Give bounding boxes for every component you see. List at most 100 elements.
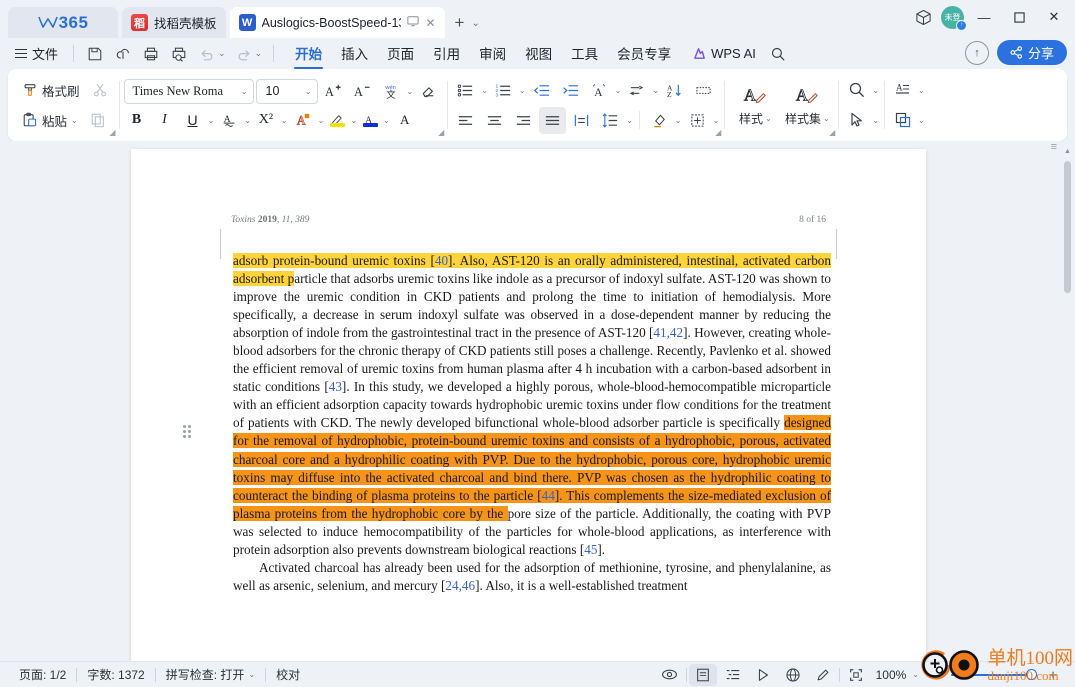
shading-button[interactable] — [646, 107, 673, 134]
tab-tools[interactable]: 工具 — [562, 39, 607, 68]
read-mode-icon[interactable] — [656, 664, 684, 686]
print-preview-icon[interactable] — [166, 42, 192, 66]
line-spacing-button[interactable] — [597, 107, 624, 134]
asian-layout-chevron-down-icon[interactable]: ⌄ — [615, 86, 622, 95]
tab-monitor-icon[interactable] — [407, 15, 420, 30]
tab-home[interactable]: 开始 — [286, 39, 331, 69]
wps-ai-button[interactable]: WPS AI — [685, 43, 763, 64]
presentation-icon[interactable] — [749, 664, 777, 686]
file-menu-button[interactable]: 文件 — [8, 42, 65, 65]
find-chevron-down-icon[interactable]: ⌄ — [872, 86, 879, 95]
citation-ref-43[interactable]: 43 — [329, 379, 342, 394]
redo-chevron-down-icon[interactable]: ⌄ — [255, 48, 263, 59]
arrange-chevron-down-icon[interactable]: ⌄ — [918, 116, 925, 125]
document-body[interactable]: adsorb protein-bound uremic toxins [40].… — [233, 252, 832, 595]
borders-chevron-down-icon[interactable]: ⌄ — [713, 116, 720, 125]
cut-icon[interactable] — [87, 77, 114, 104]
paragraph-1[interactable]: adsorb protein-bound uremic toxins [40].… — [233, 252, 832, 559]
align-justify-button[interactable] — [539, 106, 567, 134]
text-effects-button[interactable]: A — [290, 108, 316, 133]
zoom-slider[interactable] — [951, 668, 1037, 682]
select-chevron-down-icon[interactable]: ⌄ — [872, 116, 879, 125]
tab-list-chevron-down-icon[interactable]: ⌄ — [471, 18, 479, 29]
print-layout-icon[interactable] — [688, 663, 717, 686]
save-icon[interactable] — [82, 42, 108, 66]
citation-ref-44[interactable]: 44 — [541, 487, 555, 503]
paragraph-dialog-launcher-icon[interactable]: ◢ — [715, 128, 721, 137]
font-color-button[interactable]: A — [359, 108, 381, 133]
font-dialog-launcher-icon[interactable]: ◢ — [438, 128, 444, 137]
font-size-chevron-down-icon[interactable]: ⌄ — [305, 87, 312, 96]
pen-icon[interactable] — [809, 664, 837, 686]
share-button[interactable]: 分享 — [996, 40, 1067, 65]
align-right-button[interactable] — [510, 107, 537, 134]
shrink-font-button[interactable]: A — [349, 78, 376, 105]
superscript-chevron-down-icon[interactable]: ⌄ — [281, 116, 288, 125]
scroll-up-icon[interactable]: ▲ — [1062, 145, 1073, 158]
citation-ref-45[interactable]: 45 — [584, 542, 597, 557]
outline-view-icon[interactable] — [719, 664, 747, 686]
zoom-in-button[interactable]: + — [1039, 664, 1067, 686]
minimize-button[interactable]: — — [969, 3, 999, 31]
arrange-button[interactable] — [889, 107, 916, 134]
cube-icon[interactable] — [910, 4, 936, 30]
find-button[interactable] — [843, 77, 870, 104]
paste-chevron-down-icon[interactable]: ⌄ — [71, 116, 78, 125]
font-color-chevron-down-icon[interactable]: ⌄ — [383, 116, 390, 125]
close-button[interactable]: ✕ — [1039, 3, 1069, 31]
cloud-sync-icon[interactable] — [110, 42, 136, 66]
line-spacing-chevron-down-icon[interactable]: ⌄ — [626, 116, 633, 125]
font-name-chevron-down-icon[interactable]: ⌄ — [241, 87, 248, 96]
styles-button[interactable]: A 样式 ⌄ — [729, 72, 781, 138]
format-painter-button[interactable]: 格式刷 — [17, 77, 85, 104]
zoom-level[interactable]: 100% — [872, 668, 911, 682]
style-set-chevron-down-icon[interactable]: ⌄ — [823, 114, 830, 123]
style-set-button[interactable]: A 样式集 ⌄ — [781, 72, 833, 138]
undo-icon[interactable] — [194, 42, 220, 66]
strikethrough-button[interactable]: A — [216, 108, 242, 133]
citation-ref-4142[interactable]: 41,42 — [653, 325, 683, 340]
tab-page[interactable]: 页面 — [378, 39, 423, 68]
document-page[interactable]: Toxins 2019, 11, 389 8 of 16 adsorb prot… — [131, 149, 926, 661]
superscript-button[interactable]: X² — [253, 108, 279, 133]
zoom-slider-knob[interactable] — [1026, 669, 1037, 680]
fullscreen-icon[interactable] — [842, 664, 870, 686]
shading-chevron-down-icon[interactable]: ⌄ — [675, 116, 682, 125]
show-marks-button[interactable] — [690, 77, 717, 104]
scroll-split-icon[interactable]: ≡ — [1051, 141, 1057, 153]
vertical-scrollbar[interactable]: ▲ ≡ — [1051, 141, 1073, 659]
redo-icon[interactable] — [231, 42, 257, 66]
document-canvas[interactable]: Toxins 2019, 11, 389 8 of 16 adsorb prot… — [0, 141, 1075, 661]
maximize-button[interactable] — [1004, 3, 1034, 31]
highlight-color-button[interactable] — [326, 108, 348, 133]
phonetic-chevron-down-icon[interactable]: ⌄ — [407, 87, 414, 96]
bold-button[interactable]: B — [124, 108, 150, 133]
bullets-button[interactable] — [452, 77, 479, 104]
page-indicator[interactable]: 页面: 1/2 — [9, 666, 76, 683]
paragraph-2[interactable]: Activated charcoal has already been used… — [233, 559, 831, 595]
scroll-thumb[interactable] — [1064, 161, 1071, 293]
tab-insert[interactable]: 插入 — [332, 39, 377, 68]
underline-chevron-down-icon[interactable]: ⌄ — [208, 116, 215, 125]
text-effects-chevron-down-icon[interactable]: ⌄ — [318, 116, 325, 125]
align-left-button[interactable] — [452, 107, 479, 134]
word-count[interactable]: 字数: 1372 — [77, 666, 154, 683]
paste-button[interactable]: 粘贴 ⌄ — [17, 107, 83, 134]
character-shading-button[interactable]: A — [392, 108, 418, 133]
align-center-button[interactable] — [481, 107, 508, 134]
clipboard-dialog-launcher-icon[interactable]: ◢ — [109, 128, 115, 137]
numbering-button[interactable]: 123 — [490, 77, 517, 104]
tab-review[interactable]: 审阅 — [470, 39, 515, 68]
highlight-chevron-down-icon[interactable]: ⌄ — [350, 116, 357, 125]
tab-close-icon[interactable]: ✕ — [425, 16, 435, 30]
bullets-chevron-down-icon[interactable]: ⌄ — [481, 86, 488, 95]
zoom-chevron-down-icon[interactable]: ⌄ — [912, 670, 919, 679]
strikethrough-chevron-down-icon[interactable]: ⌄ — [244, 116, 251, 125]
spellcheck-chevron-down-icon[interactable]: ⌄ — [248, 670, 255, 679]
font-name-select[interactable]: Times New Roma ⌄ — [123, 78, 254, 104]
sort-button[interactable] — [623, 77, 650, 104]
wps-365-logo[interactable]: 365 — [8, 7, 118, 38]
avatar[interactable]: 未登 ↑ — [941, 5, 967, 31]
sort-chevron-down-icon[interactable]: ⌄ — [652, 86, 659, 95]
search-icon[interactable] — [765, 42, 791, 66]
